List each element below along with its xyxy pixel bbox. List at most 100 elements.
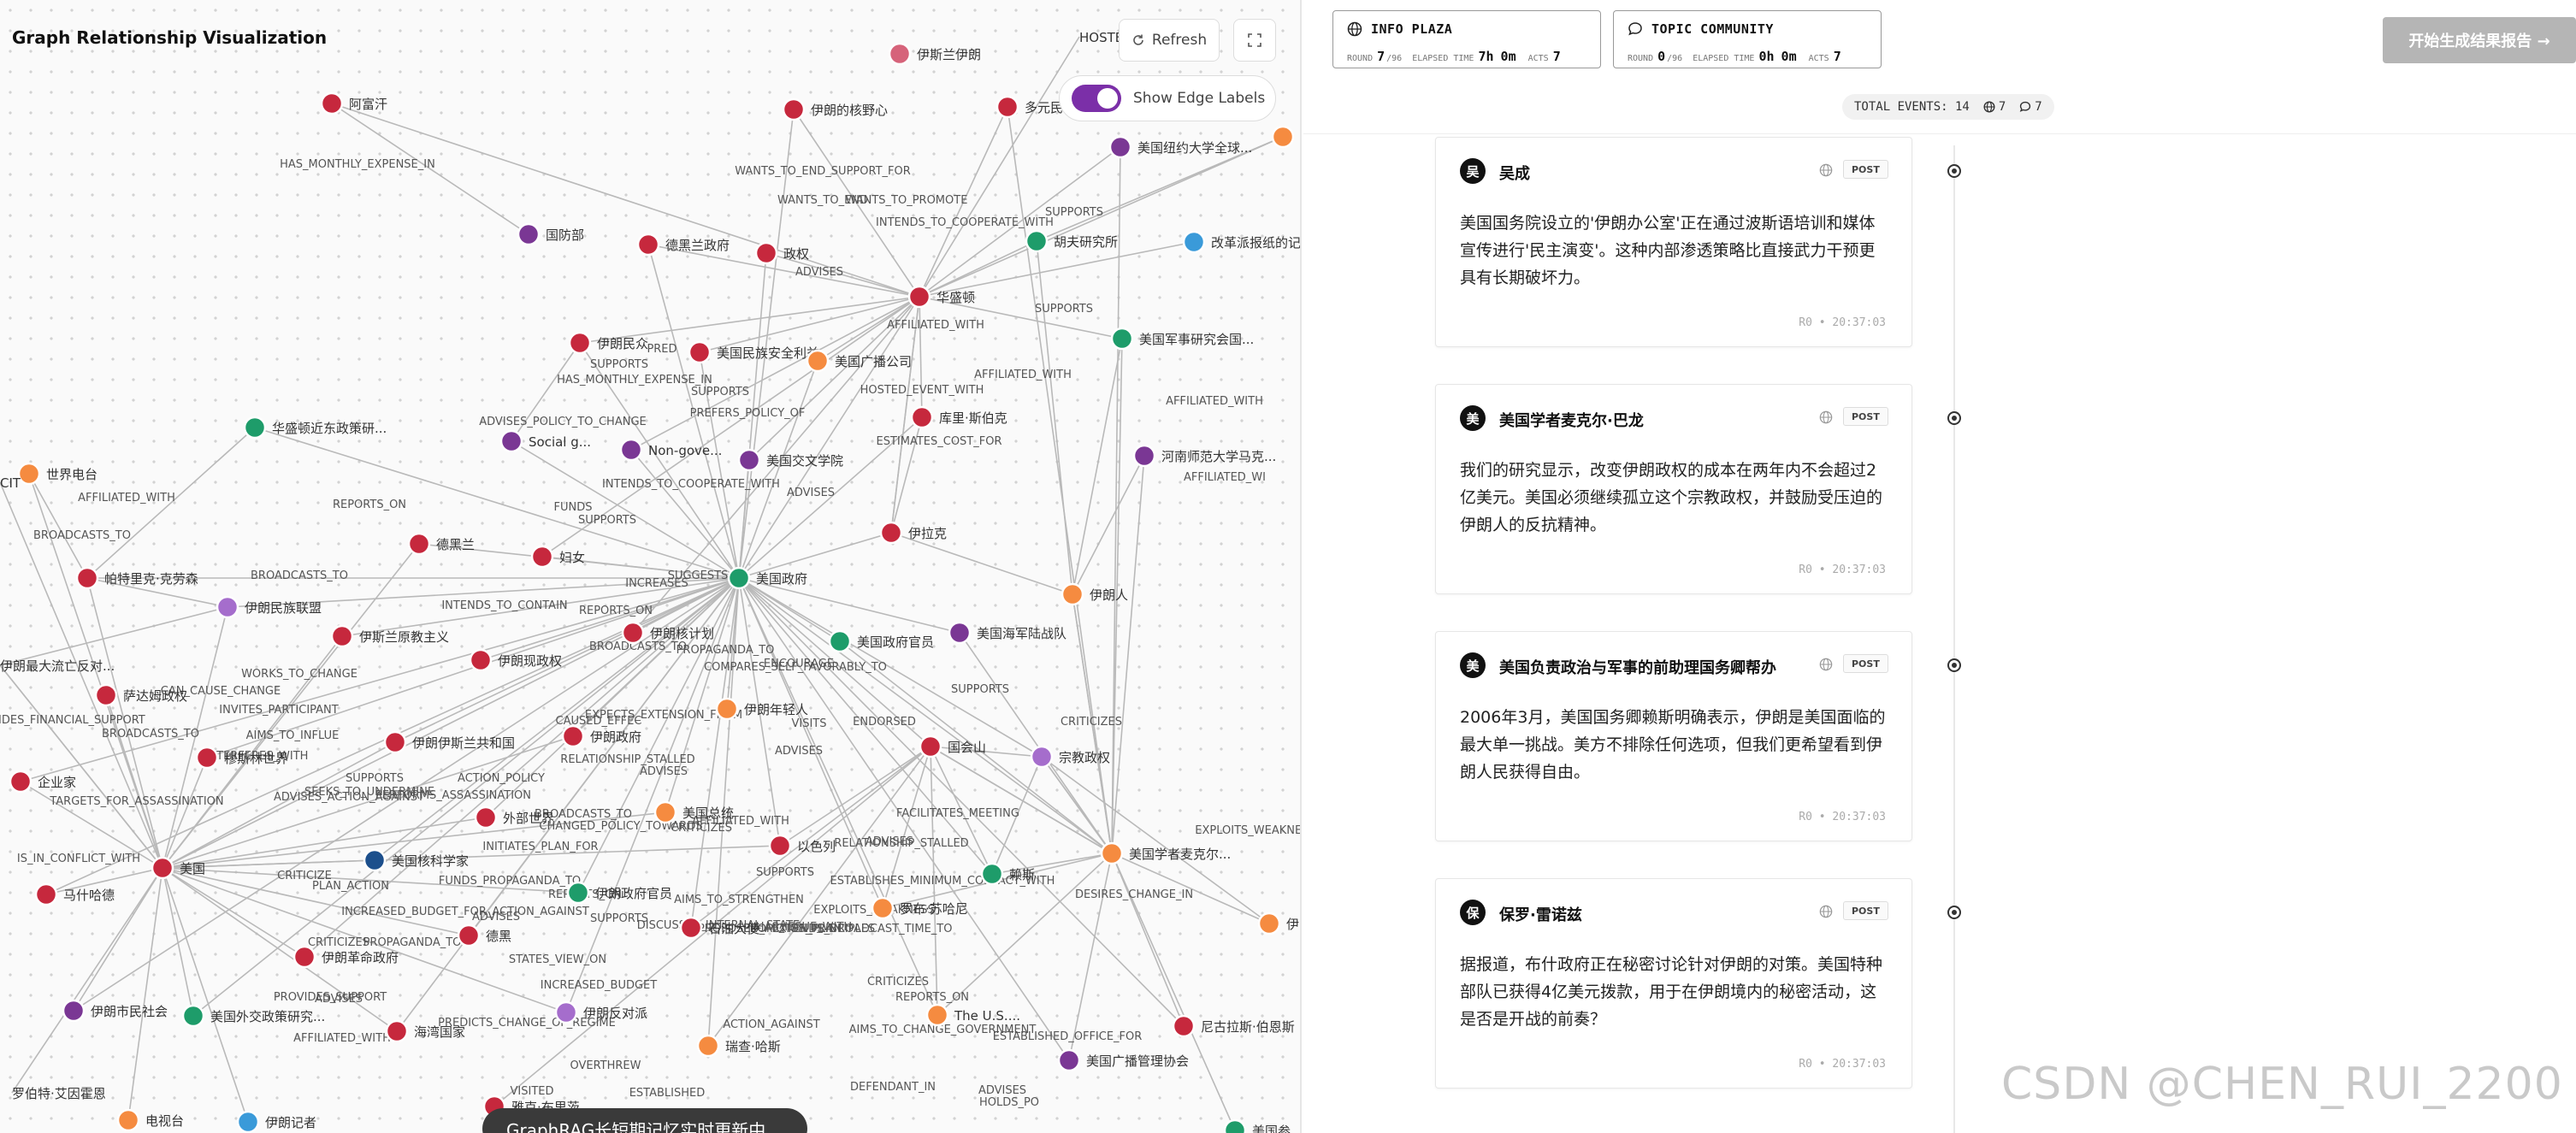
graph-node[interactable]: 以色列	[768, 834, 836, 858]
graph-node[interactable]: 政权	[754, 241, 809, 265]
node-circle[interactable]	[1100, 841, 1124, 865]
graph-node[interactable]: 德黑兰	[407, 532, 475, 556]
node-circle[interactable]	[1061, 582, 1084, 606]
topic-community-panel[interactable]: TOPIC COMMUNITY ROUND 0/96 ELAPSED TIME 0h …	[1613, 10, 1882, 68]
node-circle[interactable]	[17, 462, 41, 486]
node-circle[interactable]	[636, 233, 660, 257]
graph-node[interactable]: 库里·斯伯克	[910, 405, 1007, 429]
graph-node[interactable]: 伊朗人	[1061, 582, 1128, 606]
graph-node[interactable]: 罗伯特·艾因霍恩	[12, 1086, 106, 1101]
graph-node[interactable]: 美国海军陆战队	[948, 621, 1066, 645]
graph-node[interactable]: 萨达姆政权	[94, 683, 187, 707]
node-circle[interactable]	[363, 848, 387, 872]
graph-node[interactable]: 伊朗市民社会	[62, 999, 168, 1023]
event-card[interactable]: 美 美国负责政治与军事的前助理国务卿帮办 POST 2006年3月，美国国务卿赖…	[1435, 631, 1912, 841]
graph-node[interactable]: 伊朗政府官员	[566, 881, 672, 905]
node-circle[interactable]	[621, 621, 645, 645]
graph-node[interactable]: 华盛顿近东政策研...	[243, 416, 387, 440]
graph-node[interactable]: 伊朗年轻人	[715, 697, 808, 721]
node-circle[interactable]	[330, 624, 354, 648]
node-circle[interactable]	[1108, 135, 1132, 159]
node-circle[interactable]	[1271, 125, 1295, 149]
graph-node[interactable]: 德黑	[457, 924, 511, 947]
graph-node[interactable]: 美国外交政策研究...	[181, 1004, 325, 1028]
node-circle[interactable]	[469, 648, 493, 672]
node-circle[interactable]	[696, 1034, 720, 1058]
node-circle[interactable]	[715, 697, 739, 721]
graph-node[interactable]: 美	[1271, 125, 1302, 149]
graph-node[interactable]: The U.S....	[925, 1003, 1020, 1027]
node-circle[interactable]	[383, 730, 407, 754]
graph-node[interactable]: 美国广播公司	[806, 349, 912, 373]
graph-node[interactable]: 瑞查·哈斯	[696, 1034, 781, 1058]
node-circle[interactable]	[236, 1110, 260, 1133]
node-circle[interactable]	[195, 746, 219, 770]
graph-node[interactable]: 电视台	[116, 1108, 184, 1132]
node-circle[interactable]	[737, 448, 761, 472]
graph-node[interactable]: 美国参	[1223, 1118, 1291, 1133]
graph-node[interactable]: 尼古拉斯·伯恩斯	[1172, 1014, 1295, 1038]
graph-node[interactable]: 伊朗的核野心	[782, 97, 888, 121]
graph-node[interactable]: 国会山	[919, 735, 986, 758]
node-circle[interactable]	[910, 405, 934, 429]
info-plaza-panel[interactable]: INFO PLAZA ROUND 7/96 ELAPSED TIME 7h 0m ACT…	[1332, 10, 1601, 68]
graph-node[interactable]: 罗布·苏哈尼	[871, 896, 968, 920]
node-circle[interactable]	[1025, 229, 1049, 253]
node-circle[interactable]	[94, 683, 118, 707]
node-circle[interactable]	[561, 724, 585, 748]
node-circle[interactable]	[75, 566, 99, 590]
graph-node[interactable]: 伊朗民众	[568, 331, 648, 355]
generate-report-button[interactable]: 开始生成结果报告 →	[2383, 17, 2576, 63]
graph-node[interactable]: 伊斯兰原教主义	[330, 624, 449, 648]
node-circle[interactable]	[385, 1019, 409, 1043]
graph-node[interactable]: 企业家	[9, 770, 76, 794]
node-circle[interactable]	[996, 95, 1019, 119]
node-circle[interactable]	[1030, 745, 1054, 769]
graph-node[interactable]: Social g...	[499, 429, 591, 453]
node-circle[interactable]	[688, 340, 712, 364]
node-circle[interactable]	[530, 545, 554, 569]
event-card[interactable]: 吴 吴成 POST 美国国务院设立的'伊朗办公室'正在通过波斯语培训和媒体宣传进…	[1435, 137, 1912, 347]
graph-node[interactable]: 伊朗民族联盟	[216, 595, 322, 619]
graph-node[interactable]: 石油大使	[679, 916, 759, 940]
refresh-button[interactable]: Refresh	[1119, 19, 1220, 62]
node-circle[interactable]	[919, 735, 942, 758]
graph-node[interactable]: CIT	[0, 475, 21, 491]
node-circle[interactable]	[457, 924, 481, 947]
node-circle[interactable]	[782, 97, 806, 121]
graph-node[interactable]: 美国学者麦克尔...	[1100, 841, 1231, 865]
node-circle[interactable]	[181, 1004, 205, 1028]
graph-node[interactable]: 外部世界	[474, 805, 554, 829]
node-circle[interactable]	[216, 595, 239, 619]
graph-node[interactable]: 伊朗最大流亡反对...	[0, 658, 115, 674]
node-circle[interactable]	[727, 566, 751, 590]
toggle-switch[interactable]	[1072, 85, 1121, 112]
graph-node[interactable]: 胡夫研究所	[1025, 229, 1118, 253]
node-circle[interactable]	[907, 285, 931, 309]
node-circle[interactable]	[116, 1108, 140, 1132]
graph-node[interactable]: 海湾国家	[385, 1019, 465, 1043]
graph-node[interactable]: 美国政府官员	[828, 629, 934, 653]
graph-node[interactable]: Non-gove...	[619, 438, 722, 462]
node-circle[interactable]	[619, 438, 643, 462]
node-circle[interactable]	[879, 521, 903, 545]
graph-node[interactable]: 伊斯兰伊朗	[888, 42, 981, 66]
node-circle[interactable]	[1172, 1014, 1196, 1038]
node-circle[interactable]	[151, 856, 174, 880]
graph-node[interactable]: 伊拉克	[879, 521, 947, 545]
node-circle[interactable]	[1057, 1048, 1081, 1072]
node-circle[interactable]	[1132, 444, 1156, 468]
graph-node[interactable]: 美国核科学家	[363, 848, 469, 872]
event-card[interactable]: 美 美国学者麦克尔·巴龙 POST 我们的研究显示，改变伊朗政权的成本在两年内不…	[1435, 384, 1912, 594]
node-circle[interactable]	[474, 805, 498, 829]
node-circle[interactable]	[948, 621, 972, 645]
graph-node[interactable]: 伊朗政府	[561, 724, 641, 748]
node-circle[interactable]	[566, 881, 590, 905]
graph-node[interactable]: 伊	[1257, 912, 1299, 935]
node-circle[interactable]	[1110, 327, 1134, 351]
graph-node[interactable]: 美国民族安全利益	[688, 340, 819, 364]
node-circle[interactable]	[1223, 1118, 1247, 1133]
graph-node[interactable]: 伊朗反对派	[554, 1000, 647, 1024]
graph-node[interactable]: 伊朗核计划	[621, 621, 714, 645]
event-card[interactable]: 保 保罗·雷诺兹 POST 据报道，布什政府正在秘密讨论针对伊朗的对策。美国特种…	[1435, 878, 1912, 1089]
